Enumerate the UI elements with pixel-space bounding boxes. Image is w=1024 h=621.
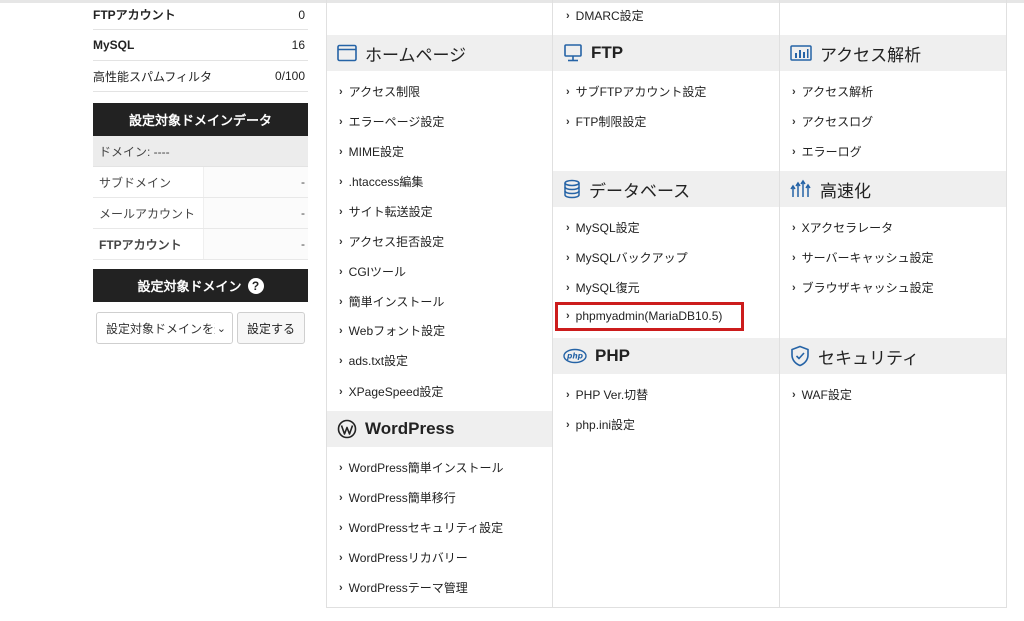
link-mysql-settings[interactable]: › MySQL設定 — [566, 219, 640, 236]
section-database: データベース — [553, 171, 779, 207]
link-sub-ftp[interactable]: › サブFTPアカウント設定 — [566, 83, 706, 100]
stat-row-spam: 高性能スパムフィルタ 0/100 — [93, 61, 308, 92]
domain-data-title: 設定対象ドメインデータ — [128, 113, 272, 128]
stat-label: MySQL — [93, 38, 135, 52]
section-speed: 高速化 — [780, 171, 1006, 207]
link-easy-install[interactable]: › 簡単インストール — [339, 293, 444, 310]
section-title: アクセス解析 — [820, 45, 922, 65]
section-title: PHP — [595, 346, 630, 365]
highlight-box — [555, 302, 744, 331]
link-error-page[interactable]: › エラーページ設定 — [339, 113, 444, 130]
stat-label: FTPアカウント — [93, 8, 176, 22]
link-access-analytics[interactable]: › アクセス解析 — [792, 83, 873, 100]
stat-row-ftp: FTPアカウント 0 — [93, 0, 308, 30]
domain-select-value: 設定対象ドメインを選 — [106, 321, 227, 336]
php-icon: php — [563, 348, 587, 364]
section-homepage: ホームページ — [327, 35, 552, 71]
domain-detail-row: メールアカウント - — [93, 198, 308, 229]
link-access-deny[interactable]: › アクセス拒否設定 — [339, 233, 444, 250]
link-browser-cache[interactable]: › ブラウザキャッシュ設定 — [792, 279, 934, 296]
section-title: ホームページ — [365, 45, 467, 65]
link-ads-txt[interactable]: › ads.txt設定 — [339, 352, 408, 369]
stat-row-mysql: MySQL 16 — [93, 30, 308, 61]
link-wp-theme[interactable]: › WordPressテーマ管理 — [339, 579, 468, 596]
link-access-log[interactable]: › アクセスログ — [792, 113, 873, 130]
sidebar: FTPアカウント 0 MySQL 16 高性能スパムフィルタ 0/100 設定対… — [93, 0, 308, 344]
link-wp-security[interactable]: › WordPressセキュリティ設定 — [339, 519, 503, 536]
section-php: php PHP — [553, 338, 779, 374]
section-title: セキュリティ — [818, 348, 919, 368]
section-title: 高速化 — [820, 181, 871, 201]
link-dmarc[interactable]: › DMARC設定 — [566, 7, 644, 24]
detail-label: サブドメイン — [99, 175, 172, 190]
section-analytics: アクセス解析 — [780, 35, 1006, 71]
detail-value: - — [203, 229, 308, 259]
column-divider — [779, 0, 780, 607]
detail-label: メールアカウント — [99, 206, 196, 221]
wordpress-icon — [337, 419, 357, 439]
shield-icon — [791, 345, 809, 367]
link-ftp-restriction[interactable]: › FTP制限設定 — [566, 113, 646, 130]
domain-detail-row: FTPアカウント - — [93, 229, 308, 260]
domain-line: ドメイン: ---- — [93, 136, 308, 167]
detail-value: - — [203, 198, 308, 228]
link-php-version[interactable]: › PHP Ver.切替 — [566, 386, 648, 403]
detail-label: FTPアカウント — [99, 237, 182, 252]
help-icon[interactable]: ? — [247, 277, 264, 294]
link-server-cache[interactable]: › サーバーキャッシュ設定 — [792, 249, 934, 266]
section-title: データベース — [589, 181, 691, 201]
section-ftp: FTP — [553, 35, 779, 71]
bar-chart-icon — [790, 45, 812, 61]
section-title: WordPress — [365, 419, 455, 438]
set-domain-button[interactable]: 設定する — [237, 312, 305, 344]
link-wp-recovery[interactable]: › WordPressリカバリー — [339, 549, 468, 566]
link-wp-migration[interactable]: › WordPress簡単移行 — [339, 489, 456, 506]
link-access-restriction[interactable]: › アクセス制限 — [339, 83, 420, 100]
stat-label: 高性能スパムフィルタ — [93, 69, 213, 84]
link-mime[interactable]: › MIME設定 — [339, 143, 404, 160]
domain-select-area: 設定対象ドメインを選 ⌄ 設定する — [93, 312, 308, 344]
domain-select-header: 設定対象ドメイン ? — [93, 269, 308, 302]
section-title: FTP — [591, 43, 624, 62]
domain-select-title: 設定対象ドメイン — [137, 279, 242, 294]
link-cgi-tool[interactable]: › CGIツール — [339, 263, 406, 280]
link-xpagespeed[interactable]: › XPageSpeed設定 — [339, 383, 443, 400]
link-htaccess[interactable]: › .htaccess編集 — [339, 173, 423, 190]
link-web-font[interactable]: › Webフォント設定 — [339, 322, 445, 339]
section-security: セキュリティ — [780, 338, 1006, 374]
link-x-accelerator[interactable]: › Xアクセラレータ — [792, 219, 893, 236]
chevron-down-icon: ⌄ — [214, 322, 226, 335]
link-wp-easy-install[interactable]: › WordPress簡単インストール — [339, 459, 504, 476]
link-mysql-restore[interactable]: › MySQL復元 — [566, 279, 640, 296]
database-icon — [564, 179, 580, 199]
svg-text:php: php — [566, 352, 584, 361]
column-divider — [552, 0, 553, 607]
link-mysql-backup[interactable]: › MySQLバックアップ — [566, 249, 688, 266]
domain-select[interactable]: 設定対象ドメインを選 ⌄ — [96, 312, 233, 344]
stat-value: 0/100 — [274, 69, 305, 83]
domain-detail-row: サブドメイン - — [93, 167, 308, 198]
detail-value: - — [203, 167, 308, 197]
link-php-ini[interactable]: › php.ini設定 — [566, 416, 635, 433]
link-site-redirect[interactable]: › サイト転送設定 — [339, 203, 433, 220]
stat-value: 0 — [298, 7, 305, 22]
stat-value: 16 — [291, 38, 305, 52]
speed-arrows-icon — [790, 179, 811, 197]
monitor-icon — [564, 44, 582, 62]
link-waf[interactable]: › WAF設定 — [792, 386, 852, 403]
window-icon — [337, 44, 357, 62]
domain-data-header: 設定対象ドメインデータ — [93, 103, 308, 136]
section-wordpress: WordPress — [327, 411, 552, 447]
link-error-log[interactable]: › エラーログ — [792, 143, 862, 160]
